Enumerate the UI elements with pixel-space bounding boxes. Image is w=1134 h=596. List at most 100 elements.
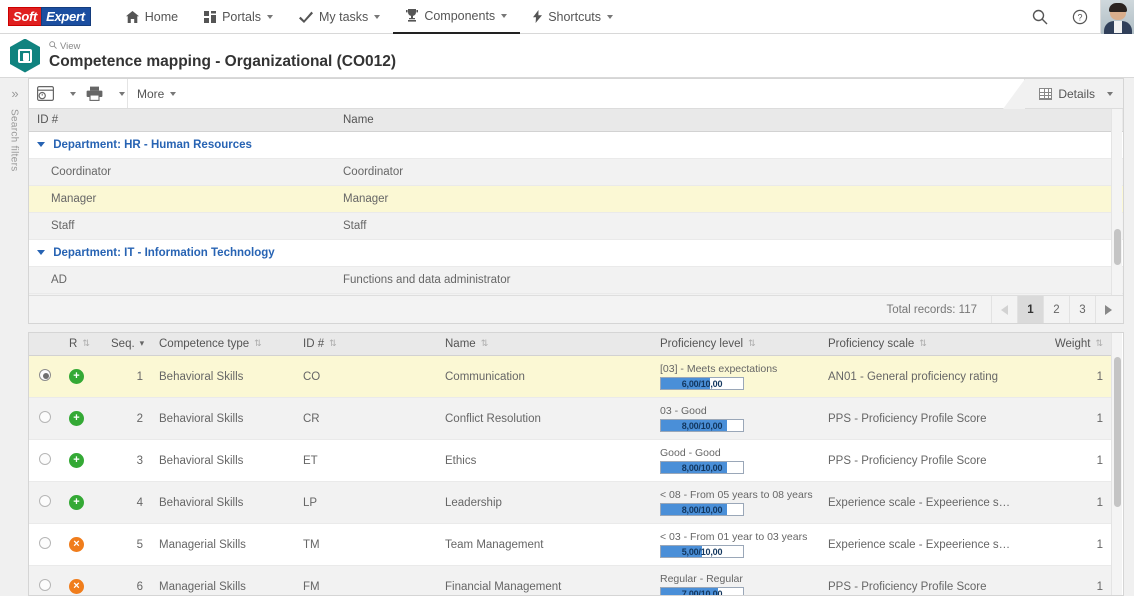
softexpert-logo[interactable]: Soft Expert [8, 7, 91, 27]
cell-status: × [61, 523, 103, 566]
pagination-next[interactable] [1095, 296, 1121, 323]
cell-weight: 1 [1020, 397, 1111, 440]
proficiency-level-label: < 08 - From 05 years to 08 years [660, 489, 813, 501]
cell-name: Staff [335, 212, 1123, 240]
status-add-icon: + [69, 495, 84, 510]
cell-id: ET [295, 439, 437, 482]
cell-status: + [61, 355, 103, 398]
cell-select [29, 355, 61, 398]
avatar-shirt [1114, 21, 1122, 33]
collapse-arrow-icon[interactable] [37, 250, 45, 256]
print-dropdown-toggle[interactable] [111, 80, 127, 108]
cell-empty [335, 293, 1123, 295]
cell-name: Conflict Resolution [437, 397, 652, 440]
column-header-name[interactable]: Name [335, 109, 1123, 132]
search-icon[interactable] [1020, 0, 1060, 34]
more-button[interactable]: More [128, 80, 185, 108]
nav-item-portals[interactable]: Portals [191, 0, 286, 34]
cell-proficiency-level: < 03 - From 01 year to 03 years 5,00/10,… [652, 523, 820, 566]
cell-weight: 1 [1020, 565, 1111, 595]
table-row[interactable]: + 1 Behavioral Skills CO Communication [… [29, 355, 1111, 398]
help-icon[interactable]: ? [1060, 0, 1100, 34]
cell-id: TM [295, 523, 437, 566]
search-filters-label: Search filters [8, 109, 20, 172]
cell-weight: 1 [1020, 439, 1111, 482]
group-row-it[interactable]: Department: IT - Information Technology [29, 239, 1123, 267]
nav-item-home[interactable]: Home [113, 0, 191, 34]
group-row-hr[interactable]: Department: HR - Human Resources [29, 131, 1123, 159]
column-header-seq[interactable]: Seq. ▾ [103, 333, 151, 356]
details-tab[interactable]: Details [1003, 79, 1123, 109]
expand-filters-icon[interactable]: » [11, 86, 18, 101]
proficiency-level-label: [03] - Meets expectations [660, 363, 778, 375]
cell-name: Team Management [437, 523, 652, 566]
proficiency-meter: 8,00/10,00 [660, 503, 744, 516]
search-filters-panel[interactable]: » Search filters [0, 78, 28, 596]
row-radio[interactable] [39, 537, 51, 549]
vertical-scrollbar[interactable] [1111, 333, 1122, 595]
table-row[interactable]: Manager Manager [29, 185, 1123, 213]
more-button-label: More [137, 86, 165, 101]
table-row[interactable]: AD Functions and data administrator [29, 266, 1123, 294]
vertical-scrollbar[interactable] [1111, 109, 1122, 295]
group-label: Department: IT - Information Technology [53, 247, 275, 259]
table-row[interactable]: × 5 Managerial Skills TM Team Management… [29, 523, 1111, 566]
table-row[interactable]: × 6 Managerial Skills FM Financial Manag… [29, 565, 1111, 595]
column-header-proficiency-scale[interactable]: Proficiency scale ⇅ [820, 333, 1020, 356]
cell-id: Coordinator [29, 158, 335, 186]
logo-expert-text: Expert [41, 7, 91, 26]
cell-proficiency-scale: AN01 - General proficiency rating [820, 355, 1020, 398]
card-view-dropdown-toggle[interactable] [62, 80, 78, 108]
table-row[interactable]: + 3 Behavioral Skills ET Ethics Good - G… [29, 439, 1111, 482]
row-radio[interactable] [39, 579, 51, 591]
cell-competence-type: Behavioral Skills [151, 355, 295, 398]
table-row[interactable]: Coordinator Coordinator [29, 158, 1123, 186]
card-view-icon[interactable] [29, 80, 62, 108]
pagination-page-1[interactable]: 1 [1017, 296, 1043, 323]
cell-status: × [61, 565, 103, 595]
nav-item-components[interactable]: Components [393, 0, 521, 34]
cell-proficiency-level: Good - Good 8,00/10,00 [652, 439, 820, 482]
row-radio[interactable] [39, 495, 51, 507]
column-header-weight[interactable]: Weight ⇅ [1020, 333, 1111, 356]
proficiency-level-label: 03 - Good [660, 405, 707, 417]
table-row[interactable]: + 2 Behavioral Skills CR Conflict Resolu… [29, 397, 1111, 440]
competences-rows: + 1 Behavioral Skills CO Communication [… [29, 355, 1111, 595]
column-header-name[interactable]: Name ⇅ [437, 333, 652, 356]
collapse-arrow-icon[interactable] [37, 142, 45, 148]
table-row[interactable]: + 4 Behavioral Skills LP Leadership < 08… [29, 481, 1111, 524]
cell-weight: 1 [1020, 481, 1111, 524]
column-header-proficiency-level[interactable]: Proficiency level ⇅ [652, 333, 820, 356]
printer-icon[interactable] [78, 80, 111, 108]
cell-competence-type: Managerial Skills [151, 565, 295, 595]
nav-item-portals-label: Portals [222, 9, 261, 24]
nav-item-components-label: Components [424, 8, 496, 23]
organizational-units-panel: More Details ID # Name Department: HR - … [28, 78, 1124, 324]
row-radio[interactable] [39, 411, 51, 423]
cell-weight: 1 [1020, 523, 1111, 566]
row-radio[interactable] [39, 369, 51, 381]
table-row[interactable]: Staff Staff [29, 212, 1123, 240]
column-header-r[interactable]: R ⇅ [61, 333, 103, 356]
proficiency-level-label: < 03 - From 01 year to 03 years [660, 531, 808, 543]
chevron-down-icon [501, 13, 508, 18]
portals-icon [204, 10, 217, 23]
view-mode-label: View [49, 41, 396, 52]
toolbar: More Details [29, 79, 1123, 109]
cell-proficiency-scale: PPS - Proficiency Profile Score [820, 565, 1020, 595]
pagination-prev[interactable] [991, 296, 1017, 323]
column-header-id[interactable]: ID # ⇅ [295, 333, 437, 356]
column-header-id[interactable]: ID # [29, 109, 335, 132]
column-header-competence-type[interactable]: Competence type ⇅ [151, 333, 295, 356]
table-header-row: ID # Name [29, 109, 1123, 132]
cell-seq: 3 [103, 439, 151, 482]
avatar[interactable] [1100, 0, 1134, 34]
nav-item-shortcuts[interactable]: Shortcuts [520, 0, 626, 34]
pagination-page-2[interactable]: 2 [1043, 296, 1069, 323]
row-radio[interactable] [39, 453, 51, 465]
cell-proficiency-scale: Experience scale - Expeerience scale [820, 481, 1020, 524]
module-icon [10, 38, 40, 73]
nav-item-my-tasks[interactable]: My tasks [286, 0, 393, 34]
cell-id: LP [295, 481, 437, 524]
pagination-page-3[interactable]: 3 [1069, 296, 1095, 323]
